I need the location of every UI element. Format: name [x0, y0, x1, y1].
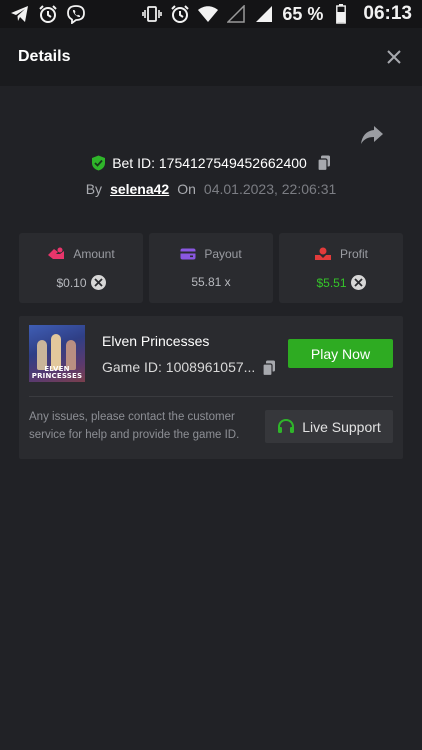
payout-card: Payout 55.81 x	[149, 233, 273, 303]
bet-datetime: 04.01.2023, 22:06:31	[203, 181, 337, 197]
amount-label: Amount	[73, 247, 115, 261]
copy-icon[interactable]	[262, 360, 276, 381]
payout-icon	[180, 248, 196, 260]
play-now-button[interactable]: Play Now	[288, 339, 393, 368]
game-title: Elven Princesses	[102, 333, 210, 349]
bet-id-row: Bet ID: 1754127549452662400	[0, 152, 422, 174]
wifi-icon	[198, 4, 219, 24]
shield-check-icon	[91, 155, 106, 171]
status-bar: 65 % 06:13	[0, 0, 422, 28]
bet-meta-row: By selena42 On 04.01.2023, 22:06:31	[0, 179, 422, 199]
viber-icon	[66, 4, 86, 24]
profit-icon	[314, 247, 332, 261]
on-label: On	[177, 181, 196, 197]
vibrate-icon	[142, 4, 163, 24]
profit-value: $5.51	[316, 275, 347, 290]
headset-icon	[277, 418, 295, 435]
profit-label: Profit	[339, 247, 368, 261]
amount-value: $0.10	[56, 275, 87, 290]
game-id: Game ID: 1008961057...	[102, 359, 256, 375]
username-link[interactable]: selena42	[110, 181, 169, 197]
live-support-label: Live Support	[302, 418, 381, 435]
telegram-icon	[10, 4, 30, 24]
share-icon[interactable]	[360, 124, 384, 146]
thumbnail-logo-text: PRINCESSES	[31, 372, 83, 380]
amount-icon	[47, 247, 65, 261]
battery-percent: 65 %	[282, 3, 324, 24]
game-thumbnail[interactable]: ELVEN PRINCESSES	[29, 325, 85, 382]
currency-badge-icon	[350, 275, 366, 290]
payout-value: 55.81 x	[191, 275, 231, 289]
signal-icon	[226, 4, 246, 24]
by-label: By	[85, 181, 103, 197]
profit-card: Profit $5.51	[279, 233, 403, 303]
battery-icon	[331, 4, 351, 24]
divider	[29, 396, 393, 397]
help-text: Any issues, please contact the customer …	[29, 411, 240, 441]
payout-label: Payout	[204, 247, 242, 261]
alarm-icon	[170, 4, 190, 24]
details-header: Details	[0, 28, 422, 86]
page-title: Details	[18, 48, 71, 65]
currency-badge-icon	[90, 275, 106, 290]
clock: 06:13	[363, 3, 412, 24]
close-icon[interactable]	[384, 47, 404, 67]
amount-card: Amount $0.10	[19, 233, 143, 303]
game-card: ELVEN PRINCESSES Elven Princesses Game I…	[19, 316, 403, 459]
copy-icon[interactable]	[317, 155, 331, 171]
alarm-icon	[38, 4, 58, 24]
live-support-button[interactable]: Live Support	[265, 410, 393, 443]
bet-id: Bet ID: 1754127549452662400	[112, 155, 307, 171]
signal-icon	[254, 4, 274, 24]
